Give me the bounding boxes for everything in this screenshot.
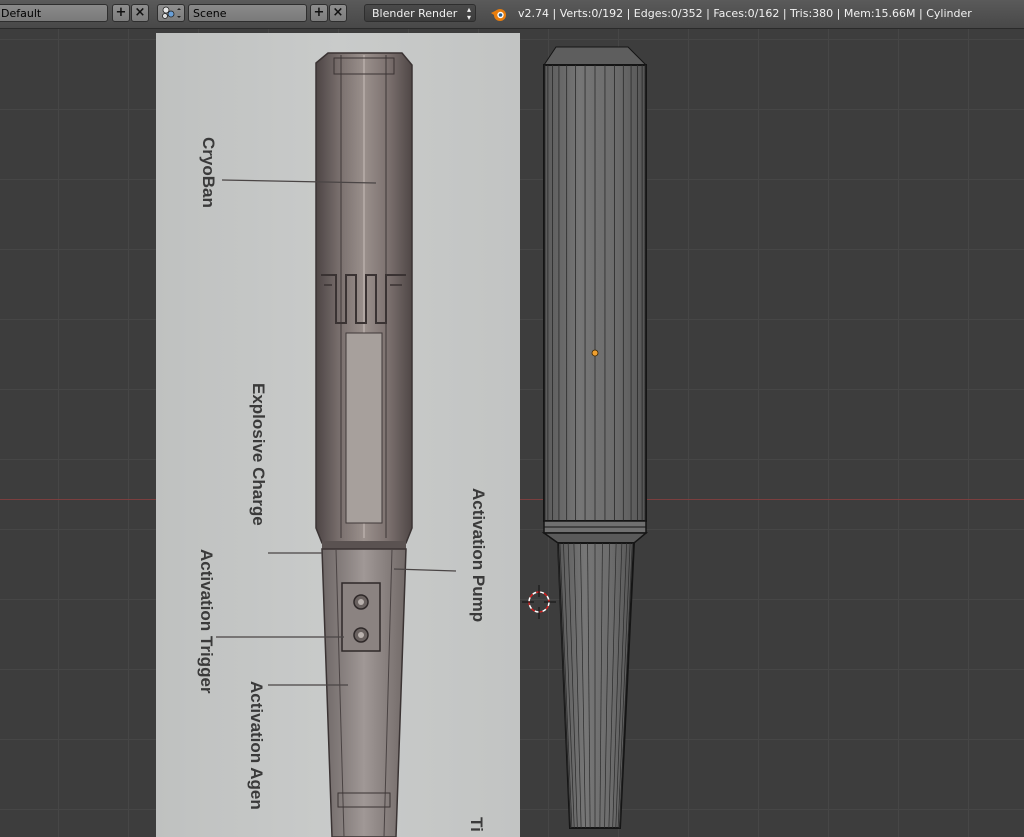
reference-image: CryoBan Explosive Charge Activation Pump…: [156, 33, 520, 837]
scene-icon: [162, 6, 181, 19]
label-partial-ti: Ti: [467, 817, 486, 832]
scene-browse-button[interactable]: [157, 4, 185, 22]
screen-layout-selector[interactable]: Default: [0, 4, 108, 22]
blender-logo-icon: [491, 9, 506, 21]
object-origin-dot: [591, 349, 599, 357]
close-icon: ×: [332, 5, 344, 20]
cylinder-mesh[interactable]: [520, 43, 660, 833]
delete-screen-button[interactable]: ×: [131, 4, 149, 22]
add-icon: +: [115, 5, 127, 20]
render-engine-name: Blender Render: [372, 7, 458, 20]
scene-name: Scene: [193, 7, 227, 20]
add-icon: +: [313, 5, 325, 20]
delete-scene-button[interactable]: ×: [329, 4, 347, 22]
add-scene-button[interactable]: +: [310, 4, 328, 22]
3d-cursor-icon[interactable]: [522, 585, 556, 619]
scene-statistics: v2.74 | Verts:0/192 | Edges:0/352 | Face…: [518, 7, 972, 20]
add-screen-button[interactable]: +: [112, 4, 130, 22]
close-icon: ×: [134, 5, 146, 20]
label-cryoban: CryoBan: [199, 137, 218, 208]
scene-name-field[interactable]: Scene: [188, 4, 307, 22]
label-explosive-charge: Explosive Charge: [249, 383, 268, 526]
screen-layout-name: Default: [1, 7, 42, 20]
label-activation-trigger: Activation Trigger: [197, 549, 216, 694]
label-activation-pump: Activation Pump: [469, 488, 488, 623]
label-activation-agent: Activation Agen: [247, 681, 266, 810]
3d-viewport[interactable]: CryoBan Explosive Charge Activation Pump…: [0, 29, 1024, 837]
render-engine-dropdown[interactable]: Blender Render ▴ ▾: [364, 4, 476, 22]
dropdown-arrows-icon: ▴ ▾: [466, 5, 471, 22]
info-header: Default + × Scene + × Blender Render ▴ ▾ …: [0, 0, 1024, 29]
